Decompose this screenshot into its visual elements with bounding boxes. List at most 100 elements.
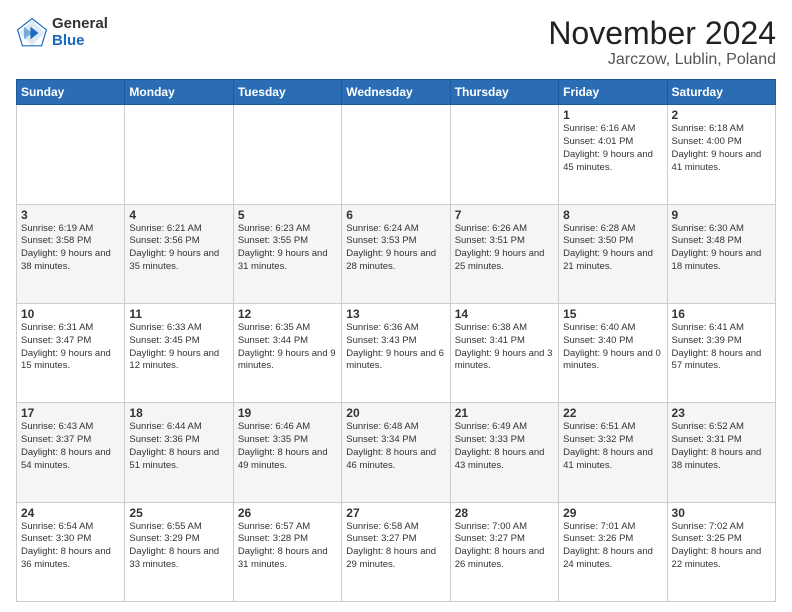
- day-num-4-6: 30: [672, 506, 771, 520]
- day-num-0-5: 1: [563, 108, 662, 122]
- day-num-3-2: 19: [238, 406, 337, 420]
- cell-0-5: 1Sunrise: 6:16 AM Sunset: 4:01 PM Daylig…: [559, 105, 667, 204]
- cell-2-6: 16Sunrise: 6:41 AM Sunset: 3:39 PM Dayli…: [667, 303, 775, 402]
- day-num-1-3: 6: [346, 208, 445, 222]
- day-info-3-5: Sunrise: 6:51 AM Sunset: 3:32 PM Dayligh…: [563, 421, 662, 472]
- day-info-1-1: Sunrise: 6:21 AM Sunset: 3:56 PM Dayligh…: [129, 223, 228, 274]
- week-row-0: 1Sunrise: 6:16 AM Sunset: 4:01 PM Daylig…: [17, 105, 776, 204]
- day-num-3-1: 18: [129, 406, 228, 420]
- cell-0-2: [233, 105, 341, 204]
- cell-3-4: 21Sunrise: 6:49 AM Sunset: 3:33 PM Dayli…: [450, 403, 558, 502]
- day-info-2-0: Sunrise: 6:31 AM Sunset: 3:47 PM Dayligh…: [21, 322, 120, 373]
- day-info-1-2: Sunrise: 6:23 AM Sunset: 3:55 PM Dayligh…: [238, 223, 337, 274]
- day-info-4-1: Sunrise: 6:55 AM Sunset: 3:29 PM Dayligh…: [129, 521, 228, 572]
- day-info-1-0: Sunrise: 6:19 AM Sunset: 3:58 PM Dayligh…: [21, 223, 120, 274]
- cell-0-6: 2Sunrise: 6:18 AM Sunset: 4:00 PM Daylig…: [667, 105, 775, 204]
- day-info-3-6: Sunrise: 6:52 AM Sunset: 3:31 PM Dayligh…: [672, 421, 771, 472]
- day-num-1-6: 9: [672, 208, 771, 222]
- day-info-4-3: Sunrise: 6:58 AM Sunset: 3:27 PM Dayligh…: [346, 521, 445, 572]
- cell-2-1: 11Sunrise: 6:33 AM Sunset: 3:45 PM Dayli…: [125, 303, 233, 402]
- cell-3-0: 17Sunrise: 6:43 AM Sunset: 3:37 PM Dayli…: [17, 403, 125, 502]
- cell-1-0: 3Sunrise: 6:19 AM Sunset: 3:58 PM Daylig…: [17, 204, 125, 303]
- cell-1-2: 5Sunrise: 6:23 AM Sunset: 3:55 PM Daylig…: [233, 204, 341, 303]
- cell-4-0: 24Sunrise: 6:54 AM Sunset: 3:30 PM Dayli…: [17, 502, 125, 601]
- cell-0-0: [17, 105, 125, 204]
- day-num-3-3: 20: [346, 406, 445, 420]
- day-info-2-6: Sunrise: 6:41 AM Sunset: 3:39 PM Dayligh…: [672, 322, 771, 373]
- day-info-2-4: Sunrise: 6:38 AM Sunset: 3:41 PM Dayligh…: [455, 322, 554, 373]
- day-num-1-0: 3: [21, 208, 120, 222]
- cell-4-5: 29Sunrise: 7:01 AM Sunset: 3:26 PM Dayli…: [559, 502, 667, 601]
- day-info-4-6: Sunrise: 7:02 AM Sunset: 3:25 PM Dayligh…: [672, 521, 771, 572]
- cell-1-4: 7Sunrise: 6:26 AM Sunset: 3:51 PM Daylig…: [450, 204, 558, 303]
- day-info-4-4: Sunrise: 7:00 AM Sunset: 3:27 PM Dayligh…: [455, 521, 554, 572]
- cell-2-3: 13Sunrise: 6:36 AM Sunset: 3:43 PM Dayli…: [342, 303, 450, 402]
- day-info-0-5: Sunrise: 6:16 AM Sunset: 4:01 PM Dayligh…: [563, 123, 662, 174]
- logo-text: General Blue: [52, 16, 108, 49]
- day-num-2-0: 10: [21, 307, 120, 321]
- day-info-3-3: Sunrise: 6:48 AM Sunset: 3:34 PM Dayligh…: [346, 421, 445, 472]
- cell-1-6: 9Sunrise: 6:30 AM Sunset: 3:48 PM Daylig…: [667, 204, 775, 303]
- day-info-0-6: Sunrise: 6:18 AM Sunset: 4:00 PM Dayligh…: [672, 123, 771, 174]
- cell-4-4: 28Sunrise: 7:00 AM Sunset: 3:27 PM Dayli…: [450, 502, 558, 601]
- cell-2-5: 15Sunrise: 6:40 AM Sunset: 3:40 PM Dayli…: [559, 303, 667, 402]
- cell-0-1: [125, 105, 233, 204]
- header-thursday: Thursday: [450, 80, 558, 105]
- cell-4-1: 25Sunrise: 6:55 AM Sunset: 3:29 PM Dayli…: [125, 502, 233, 601]
- day-num-3-6: 23: [672, 406, 771, 420]
- day-info-3-0: Sunrise: 6:43 AM Sunset: 3:37 PM Dayligh…: [21, 421, 120, 472]
- day-num-2-2: 12: [238, 307, 337, 321]
- weekday-header-row: Sunday Monday Tuesday Wednesday Thursday…: [17, 80, 776, 105]
- cell-3-1: 18Sunrise: 6:44 AM Sunset: 3:36 PM Dayli…: [125, 403, 233, 502]
- day-num-4-5: 29: [563, 506, 662, 520]
- cell-4-2: 26Sunrise: 6:57 AM Sunset: 3:28 PM Dayli…: [233, 502, 341, 601]
- cell-2-4: 14Sunrise: 6:38 AM Sunset: 3:41 PM Dayli…: [450, 303, 558, 402]
- day-num-1-5: 8: [563, 208, 662, 222]
- day-info-4-5: Sunrise: 7:01 AM Sunset: 3:26 PM Dayligh…: [563, 521, 662, 572]
- day-info-4-2: Sunrise: 6:57 AM Sunset: 3:28 PM Dayligh…: [238, 521, 337, 572]
- cell-3-6: 23Sunrise: 6:52 AM Sunset: 3:31 PM Dayli…: [667, 403, 775, 502]
- logo-blue: Blue: [52, 33, 108, 50]
- day-num-2-1: 11: [129, 307, 228, 321]
- header-friday: Friday: [559, 80, 667, 105]
- cell-3-3: 20Sunrise: 6:48 AM Sunset: 3:34 PM Dayli…: [342, 403, 450, 502]
- cell-2-0: 10Sunrise: 6:31 AM Sunset: 3:47 PM Dayli…: [17, 303, 125, 402]
- cell-1-1: 4Sunrise: 6:21 AM Sunset: 3:56 PM Daylig…: [125, 204, 233, 303]
- day-info-2-1: Sunrise: 6:33 AM Sunset: 3:45 PM Dayligh…: [129, 322, 228, 373]
- header-saturday: Saturday: [667, 80, 775, 105]
- day-info-4-0: Sunrise: 6:54 AM Sunset: 3:30 PM Dayligh…: [21, 521, 120, 572]
- day-info-1-4: Sunrise: 6:26 AM Sunset: 3:51 PM Dayligh…: [455, 223, 554, 274]
- day-num-1-2: 5: [238, 208, 337, 222]
- day-num-4-1: 25: [129, 506, 228, 520]
- day-num-2-6: 16: [672, 307, 771, 321]
- day-num-2-3: 13: [346, 307, 445, 321]
- day-num-3-0: 17: [21, 406, 120, 420]
- week-row-4: 24Sunrise: 6:54 AM Sunset: 3:30 PM Dayli…: [17, 502, 776, 601]
- day-num-4-0: 24: [21, 506, 120, 520]
- day-num-3-4: 21: [455, 406, 554, 420]
- calendar-subtitle: Jarczow, Lublin, Poland: [548, 51, 776, 69]
- cell-1-3: 6Sunrise: 6:24 AM Sunset: 3:53 PM Daylig…: [342, 204, 450, 303]
- header: General Blue November 2024 Jarczow, Lubl…: [16, 16, 776, 69]
- day-num-0-6: 2: [672, 108, 771, 122]
- day-num-4-4: 28: [455, 506, 554, 520]
- logo: General Blue: [16, 16, 108, 49]
- cell-4-3: 27Sunrise: 6:58 AM Sunset: 3:27 PM Dayli…: [342, 502, 450, 601]
- cell-3-5: 22Sunrise: 6:51 AM Sunset: 3:32 PM Dayli…: [559, 403, 667, 502]
- cell-0-4: [450, 105, 558, 204]
- day-info-3-1: Sunrise: 6:44 AM Sunset: 3:36 PM Dayligh…: [129, 421, 228, 472]
- week-row-3: 17Sunrise: 6:43 AM Sunset: 3:37 PM Dayli…: [17, 403, 776, 502]
- day-num-4-3: 27: [346, 506, 445, 520]
- cell-2-2: 12Sunrise: 6:35 AM Sunset: 3:44 PM Dayli…: [233, 303, 341, 402]
- header-monday: Monday: [125, 80, 233, 105]
- header-sunday: Sunday: [17, 80, 125, 105]
- day-num-4-2: 26: [238, 506, 337, 520]
- logo-general: General: [52, 16, 108, 33]
- day-info-1-3: Sunrise: 6:24 AM Sunset: 3:53 PM Dayligh…: [346, 223, 445, 274]
- calendar-table: Sunday Monday Tuesday Wednesday Thursday…: [16, 79, 776, 602]
- day-info-2-2: Sunrise: 6:35 AM Sunset: 3:44 PM Dayligh…: [238, 322, 337, 373]
- cell-4-6: 30Sunrise: 7:02 AM Sunset: 3:25 PM Dayli…: [667, 502, 775, 601]
- day-info-1-5: Sunrise: 6:28 AM Sunset: 3:50 PM Dayligh…: [563, 223, 662, 274]
- day-info-2-5: Sunrise: 6:40 AM Sunset: 3:40 PM Dayligh…: [563, 322, 662, 373]
- day-num-2-4: 14: [455, 307, 554, 321]
